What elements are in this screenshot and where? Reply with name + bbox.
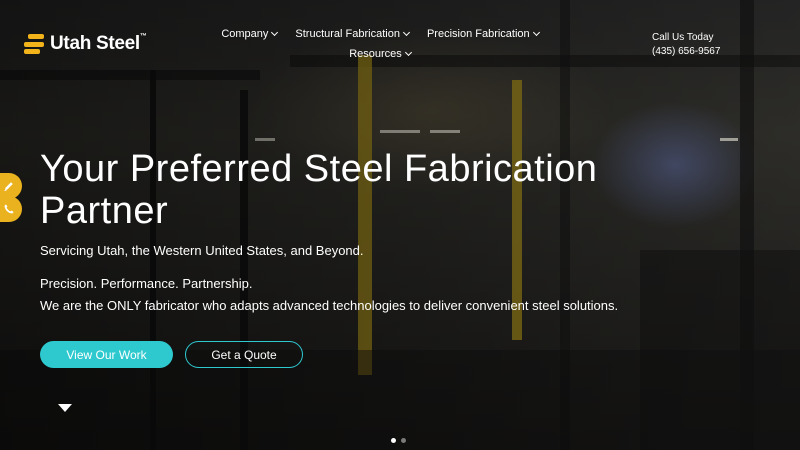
slider-pagination — [391, 438, 406, 443]
slider-dot-2[interactable] — [401, 438, 406, 443]
slider-dot-1[interactable] — [391, 438, 396, 443]
phone-link[interactable]: (435) 656-9567 — [652, 45, 720, 59]
get-a-quote-button[interactable]: Get a Quote — [185, 341, 303, 368]
hero-description: We are the ONLY fabricator who adapts ad… — [40, 298, 619, 313]
nav-item-resources[interactable]: Resources — [349, 48, 412, 60]
pencil-icon — [4, 182, 13, 191]
header-contact: Call Us Today (435) 656-9567 — [652, 31, 720, 59]
main-nav: Company Structural Fabrication Precision… — [200, 28, 560, 60]
phone-icon — [4, 204, 14, 214]
hero-title: Your Preferred Steel Fabrication Partner — [40, 148, 598, 232]
chevron-down-icon — [404, 48, 412, 57]
chevron-down-icon — [532, 28, 540, 37]
utah-steel-logo-icon — [24, 34, 44, 54]
nav-item-label: Structural Fabrication — [295, 28, 400, 40]
chevron-down-icon — [402, 28, 410, 37]
nav-item-label: Resources — [349, 48, 402, 60]
nav-item-label: Precision Fabrication — [426, 28, 530, 40]
nav-item-label: Company — [221, 28, 269, 40]
nav-item-precision-fabrication[interactable]: Precision Fabrication — [426, 28, 540, 40]
scroll-down-arrow-icon[interactable] — [58, 404, 72, 412]
view-our-work-button[interactable]: View Our Work — [40, 341, 173, 368]
chevron-down-icon — [271, 28, 279, 37]
brand-name: Utah Steel — [50, 33, 140, 54]
hero-tagline: Precision. Performance. Partnership. — [40, 276, 253, 291]
nav-item-structural-fabrication[interactable]: Structural Fabrication — [295, 28, 410, 40]
call-label: Call Us Today — [652, 32, 714, 43]
hero-subtitle: Servicing Utah, the Western United State… — [40, 243, 364, 258]
brand-logo[interactable]: Utah Steel™ — [24, 33, 147, 55]
brand-trademark: ™ — [139, 33, 147, 40]
nav-item-company[interactable]: Company — [221, 28, 279, 40]
